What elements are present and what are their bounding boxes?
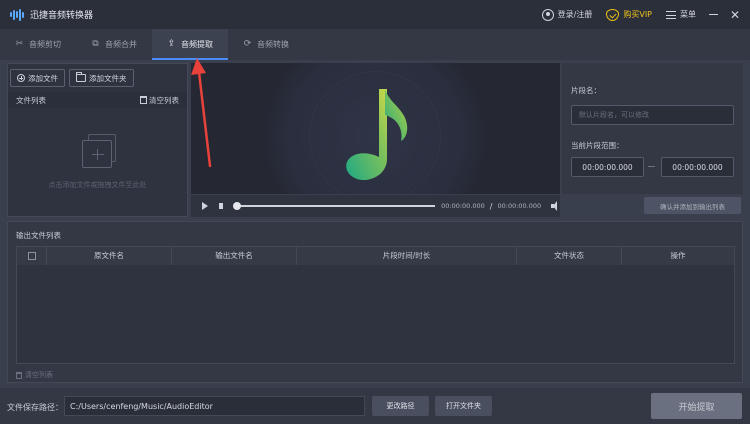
clear-output-list-label: 清空列表 [25,371,53,379]
save-path-label: 文件保存路径： [7,403,63,412]
extract-icon: ⇪ [167,39,176,49]
column-output-name: 输出文件名 [172,247,297,265]
output-list-title: 输出文件列表 [16,231,61,240]
trash-icon [140,96,147,104]
add-folder-button[interactable]: 添加文件夹 [69,69,134,87]
add-file-button[interactable]: 添加文件 [10,69,65,87]
tab-audio-convert[interactable]: ⟳ 音频转换 [228,29,304,60]
plus-icon [17,74,25,82]
minimize-button[interactable] [702,0,724,29]
close-button[interactable]: ✕ [724,0,746,29]
segment-end-input[interactable]: 00:00:00.000 [661,157,734,177]
tab-audio-cut[interactable]: ✂ 音频剪切 [0,29,76,60]
select-all-checkbox[interactable] [17,247,47,265]
login-label: 登录/注册 [557,10,593,19]
footer-bar: 文件保存路径： C:/Users/cenfeng/Music/AudioEdit… [0,388,750,424]
segment-name-input[interactable]: 默认片段名，可以修改 [571,105,734,125]
save-path-value: C:/Users/cenfeng/Music/AudioEditor [70,401,213,411]
vip-label: 购买VIP [623,10,652,19]
trash-icon [16,371,22,379]
close-icon: ✕ [729,7,741,22]
buy-vip-button[interactable]: 购买VIP [606,8,652,21]
current-time: 00:00:00.000 [441,202,485,210]
range-dash [648,166,655,167]
file-list-header: 文件列表 清空列表 [8,92,187,108]
clear-file-list-label: 清空列表 [149,95,179,105]
play-icon[interactable] [202,202,208,210]
add-files-icon [78,134,118,170]
folder-icon [76,72,86,82]
audio-preview [191,63,560,194]
total-time: 00:00:00.000 [497,202,542,210]
vip-icon [606,8,620,21]
start-extract-button[interactable]: 开始提取 [651,393,742,419]
output-table: 原文件名 输出文件名 片段时间/时长 文件状态 操作 [16,246,735,364]
segment-name-label: 片段名： [571,86,601,95]
time-separator: / [489,201,493,211]
tab-label: 音频合并 [105,40,137,49]
merge-icon: ⧉ [92,39,99,49]
segment-name-placeholder: 默认片段名，可以修改 [579,111,649,119]
title-bar: 迅捷音频转换器 登录/注册 购买VIP 菜单 ✕ [0,0,750,29]
player-controls: 00:00:00.000 / 00:00:00.000 [191,195,560,217]
change-path-button[interactable]: 更改路径 [372,396,429,416]
column-segment-time: 片段时间/时长 [297,247,517,265]
tab-audio-extract[interactable]: ⇪ 音频提取 [152,29,228,60]
drop-hint: 点击添加文件或拖拽文件至此处 [48,181,147,189]
output-table-header: 原文件名 输出文件名 片段时间/时长 文件状态 操作 [17,247,734,265]
login-button[interactable]: 登录/注册 [541,8,593,21]
tab-bar: ✂ 音频剪切 ⧉ 音频合并 ⇪ 音频提取 ⟳ 音频转换 [0,29,750,60]
checkbox-icon [27,252,36,260]
tab-label: 音频提取 [181,40,213,49]
menu-icon [666,10,676,19]
menu-button[interactable]: 菜单 [666,9,696,20]
menu-label: 菜单 [680,10,696,19]
segment-range-label: 当前片段范围： [571,141,624,150]
file-drop-area[interactable]: 点击添加文件或拖拽文件至此处 [8,108,187,216]
tab-audio-merge[interactable]: ⧉ 音频合并 [76,29,152,60]
file-list-title: 文件列表 [16,95,46,105]
app-logo-icon [10,8,24,21]
seek-handle[interactable] [233,202,242,210]
app-title: 迅捷音频转换器 [30,11,94,21]
user-icon [541,8,554,21]
music-note-icon [346,89,408,181]
file-panel: 添加文件 添加文件夹 文件列表 清空列表 点击添加文件或拖拽文件至此处 [7,63,188,217]
seek-bar[interactable] [233,202,436,210]
scissors-icon: ✂ [15,39,24,49]
segment-panel: 片段名： 默认片段名，可以修改 当前片段范围： 00:00:00.000 00:… [562,63,743,194]
column-actions: 操作 [670,251,686,260]
stop-icon[interactable] [219,203,224,209]
volume-icon[interactable] [551,201,560,211]
confirm-add-to-output-button[interactable]: 确认并添加到输出列表 [644,197,741,214]
add-file-label: 添加文件 [28,73,58,83]
clear-file-list-button[interactable]: 清空列表 [140,95,179,106]
column-file-status: 文件状态 [517,247,622,265]
open-folder-button[interactable]: 打开文件夹 [435,396,492,416]
save-path-input[interactable]: C:/Users/cenfeng/Music/AudioEditor [64,396,365,416]
app-window: 迅捷音频转换器 登录/注册 购买VIP 菜单 ✕ ✂ 音频剪切 ⧉ 音频合并 ⇪… [0,0,750,424]
tab-label: 音频转换 [257,40,289,49]
clear-output-list-button[interactable]: 清空列表 [16,370,53,380]
tab-label: 音频剪切 [29,40,61,49]
refresh-icon: ⟳ [243,39,252,49]
minimize-icon [708,14,718,15]
output-list-panel: 输出文件列表 原文件名 输出文件名 片段时间/时长 文件状态 操作 清空列表 [7,221,743,383]
column-source-name: 原文件名 [47,247,172,265]
add-folder-label: 添加文件夹 [89,73,127,83]
segment-start-input[interactable]: 00:00:00.000 [571,157,644,177]
